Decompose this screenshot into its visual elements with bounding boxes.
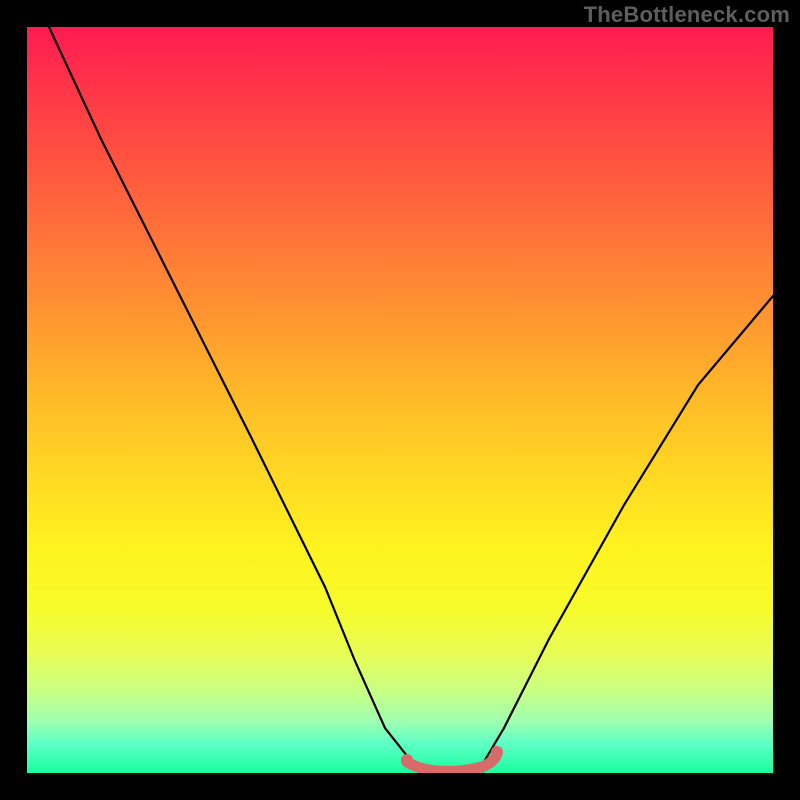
chart-stage: TheBottleneck.com — [0, 0, 800, 800]
highlight-start-dot — [401, 754, 413, 766]
curve-layer — [27, 27, 773, 773]
plot-area — [27, 27, 773, 773]
highlight-end-dot — [491, 746, 503, 758]
main-curve — [49, 27, 773, 773]
watermark-text: TheBottleneck.com — [584, 2, 790, 28]
highlight-band — [407, 754, 497, 771]
